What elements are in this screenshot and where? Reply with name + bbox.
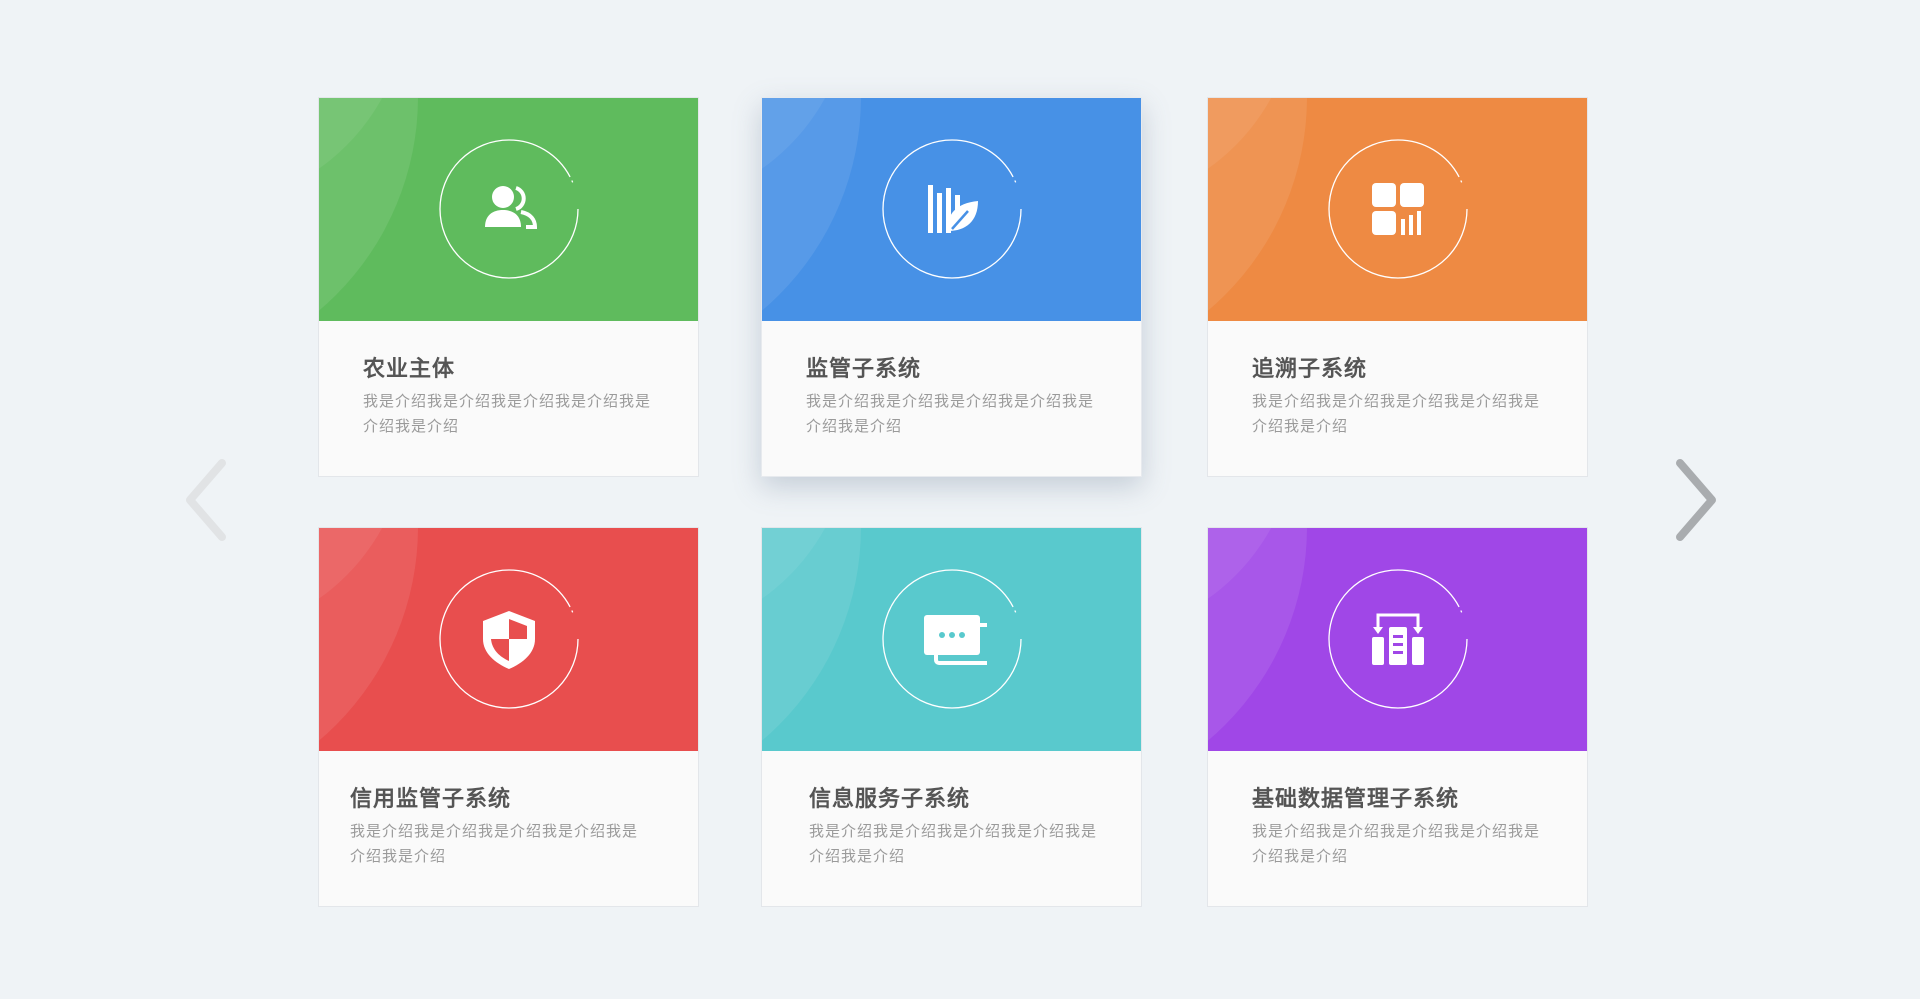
card-title: 信息服务子系统 <box>809 787 971 812</box>
icon-ring <box>438 569 579 709</box>
icon-ring <box>881 139 1022 279</box>
card-credit-supervision[interactable]: 信用监管子系统 我是介绍我是介绍我是介绍我是介绍我是介绍我是介绍 <box>318 527 699 907</box>
card-description: 我是介绍我是介绍我是介绍我是介绍我是介绍我是介绍 <box>1252 392 1541 435</box>
card-traceability[interactable]: 追溯子系统 我是介绍我是介绍我是介绍我是介绍我是介绍我是介绍 <box>1207 97 1588 477</box>
card-header <box>1208 528 1587 751</box>
next-arrow-button[interactable] <box>1664 455 1724 545</box>
chevron-left-icon <box>186 459 226 541</box>
icon-ring <box>881 569 1022 709</box>
card-title: 监管子系统 <box>806 357 922 382</box>
card-title: 农业主体 <box>363 357 456 382</box>
icon-ring <box>1327 569 1468 709</box>
card-title: 信用监管子系统 <box>350 787 512 812</box>
card-base-data[interactable]: 基础数据管理子系统 我是介绍我是介绍我是介绍我是介绍我是介绍我是介绍 <box>1207 527 1588 907</box>
card-description: 我是介绍我是介绍我是介绍我是介绍我是介绍我是介绍 <box>809 822 1098 865</box>
card-agri-subject[interactable]: 农业主体 我是介绍我是介绍我是介绍我是介绍我是介绍我是介绍 <box>318 97 699 477</box>
card-supervision[interactable]: 监管子系统 我是介绍我是介绍我是介绍我是介绍我是介绍我是介绍 <box>761 97 1142 477</box>
prev-arrow-button[interactable] <box>178 455 238 545</box>
card-description: 我是介绍我是介绍我是介绍我是介绍我是介绍我是介绍 <box>363 392 652 435</box>
message-cards-icon <box>923 615 987 665</box>
card-header <box>319 528 698 751</box>
card-description: 我是介绍我是介绍我是介绍我是介绍我是介绍我是介绍 <box>350 822 639 865</box>
bar-chart-leaf-icon <box>927 185 978 233</box>
carousel: 农业主体 我是介绍我是介绍我是介绍我是介绍我是介绍我是介绍 监管子系统 我是介绍… <box>0 0 1920 999</box>
chevron-right-icon <box>1676 459 1716 541</box>
card-header <box>1208 98 1587 321</box>
card-header <box>762 528 1141 751</box>
card-title: 追溯子系统 <box>1252 357 1368 382</box>
card-title: 基础数据管理子系统 <box>1252 787 1460 812</box>
card-header <box>319 98 698 321</box>
data-transfer-icon <box>1371 613 1424 665</box>
users-icon <box>484 186 537 229</box>
dashboard-grid-icon <box>1371 183 1424 235</box>
icon-ring <box>438 139 579 279</box>
card-info-service[interactable]: 信息服务子系统 我是介绍我是介绍我是介绍我是介绍我是介绍我是介绍 <box>761 527 1142 907</box>
card-header <box>762 98 1141 321</box>
shield-icon <box>482 611 535 669</box>
card-description: 我是介绍我是介绍我是介绍我是介绍我是介绍我是介绍 <box>806 392 1095 435</box>
icon-ring <box>1327 139 1468 279</box>
card-description: 我是介绍我是介绍我是介绍我是介绍我是介绍我是介绍 <box>1252 822 1541 865</box>
